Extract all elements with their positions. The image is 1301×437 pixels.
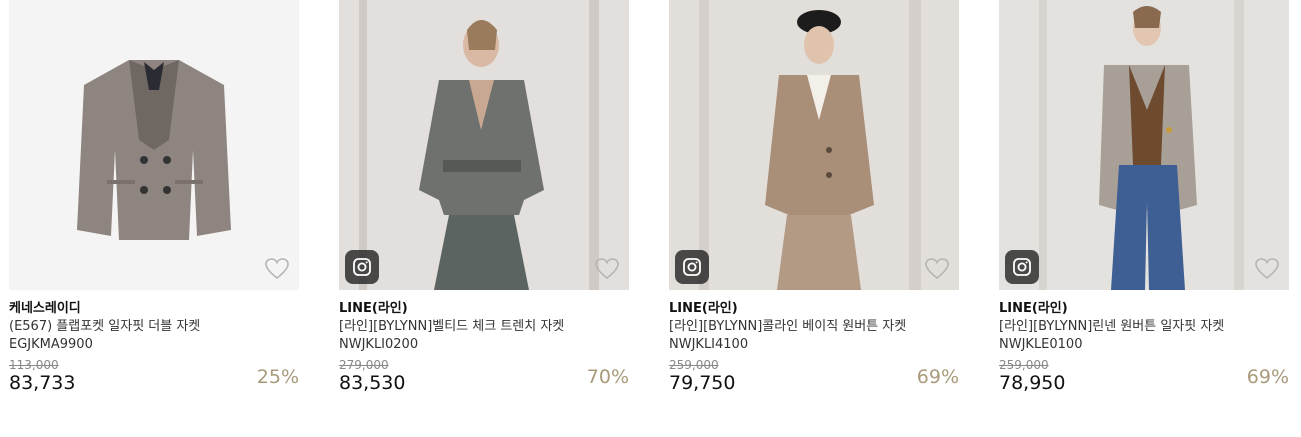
original-price: 259,000: [669, 358, 719, 372]
product-name[interactable]: [라인][BYLYNN]벨티드 체크 트렌치 자켓: [339, 318, 629, 336]
product-card[interactable]: LINE(라인) [라인][BYLYNN]벨티드 체크 트렌치 자켓 NWJKL…: [339, 0, 629, 396]
price-row: 79,750 69%: [669, 366, 959, 396]
sale-price: 79,750: [669, 372, 736, 394]
product-photo-model-beige-jacket: [669, 0, 959, 290]
original-price: 113,000: [9, 358, 59, 372]
product-info: 케네스레이디 (E567) 플랩포켓 일자핏 더블 자켓 EGJKMA9900 …: [9, 290, 299, 396]
instagram-badge[interactable]: [675, 250, 709, 284]
wishlist-heart-icon[interactable]: [1254, 257, 1280, 281]
product-code: NWJKLI0200: [339, 337, 419, 352]
product-brand[interactable]: LINE(라인): [999, 300, 1289, 318]
product-grid: 케네스레이디 (E567) 플랩포켓 일자핏 더블 자켓 EGJKMA9900 …: [0, 0, 1301, 437]
product-card[interactable]: LINE(라인) [라인][BYLYNN]린넨 원버튼 일자핏 자켓 NWJKL…: [999, 0, 1289, 396]
product-photo-jacket-flatlay: [9, 0, 299, 290]
product-card[interactable]: 케네스레이디 (E567) 플랩포켓 일자핏 더블 자켓 EGJKMA9900 …: [9, 0, 299, 396]
price-row: 78,950 69%: [999, 366, 1289, 396]
product-code: NWJKLI4100: [669, 337, 749, 352]
original-price: 259,000: [999, 358, 1049, 372]
price-row: 83,733 25%: [9, 366, 299, 396]
discount-rate: 69%: [916, 366, 959, 388]
wishlist-heart-icon[interactable]: [264, 257, 290, 281]
product-photo-model-belted-jacket: [339, 0, 629, 290]
product-photo-model-linen-jacket: [999, 0, 1289, 290]
product-name[interactable]: [라인][BYLYNN]린넨 원버튼 일자핏 자켓: [999, 318, 1289, 336]
instagram-icon: [1013, 258, 1031, 276]
sale-price: 83,733: [9, 372, 76, 394]
product-info: LINE(라인) [라인][BYLYNN]벨티드 체크 트렌치 자켓 NWJKL…: [339, 290, 629, 396]
discount-rate: 70%: [586, 366, 629, 388]
product-info: LINE(라인) [라인][BYLYNN]콜라인 베이직 원버튼 자켓 NWJK…: [669, 290, 959, 396]
instagram-icon: [353, 258, 371, 276]
sale-price: 78,950: [999, 372, 1066, 394]
sale-price: 83,530: [339, 372, 406, 394]
product-brand[interactable]: 케네스레이디: [9, 300, 299, 318]
instagram-icon: [683, 258, 701, 276]
price-row: 83,530 70%: [339, 366, 629, 396]
instagram-badge[interactable]: [345, 250, 379, 284]
product-code: NWJKLE0100: [999, 337, 1083, 352]
product-brand[interactable]: LINE(라인): [339, 300, 629, 318]
product-card[interactable]: LINE(라인) [라인][BYLYNN]콜라인 베이직 원버튼 자켓 NWJK…: [669, 0, 959, 396]
wishlist-heart-icon[interactable]: [924, 257, 950, 281]
wishlist-heart-icon[interactable]: [594, 257, 620, 281]
product-brand[interactable]: LINE(라인): [669, 300, 959, 318]
instagram-badge[interactable]: [1005, 250, 1039, 284]
product-code: EGJKMA9900: [9, 337, 93, 352]
product-image[interactable]: [999, 0, 1289, 290]
product-info: LINE(라인) [라인][BYLYNN]린넨 원버튼 일자핏 자켓 NWJKL…: [999, 290, 1289, 396]
product-image[interactable]: [9, 0, 299, 290]
original-price: 279,000: [339, 358, 389, 372]
product-name[interactable]: [라인][BYLYNN]콜라인 베이직 원버튼 자켓: [669, 318, 959, 336]
discount-rate: 25%: [256, 366, 299, 388]
product-image[interactable]: [669, 0, 959, 290]
discount-rate: 69%: [1246, 366, 1289, 388]
product-image[interactable]: [339, 0, 629, 290]
product-name[interactable]: (E567) 플랩포켓 일자핏 더블 자켓: [9, 318, 299, 336]
